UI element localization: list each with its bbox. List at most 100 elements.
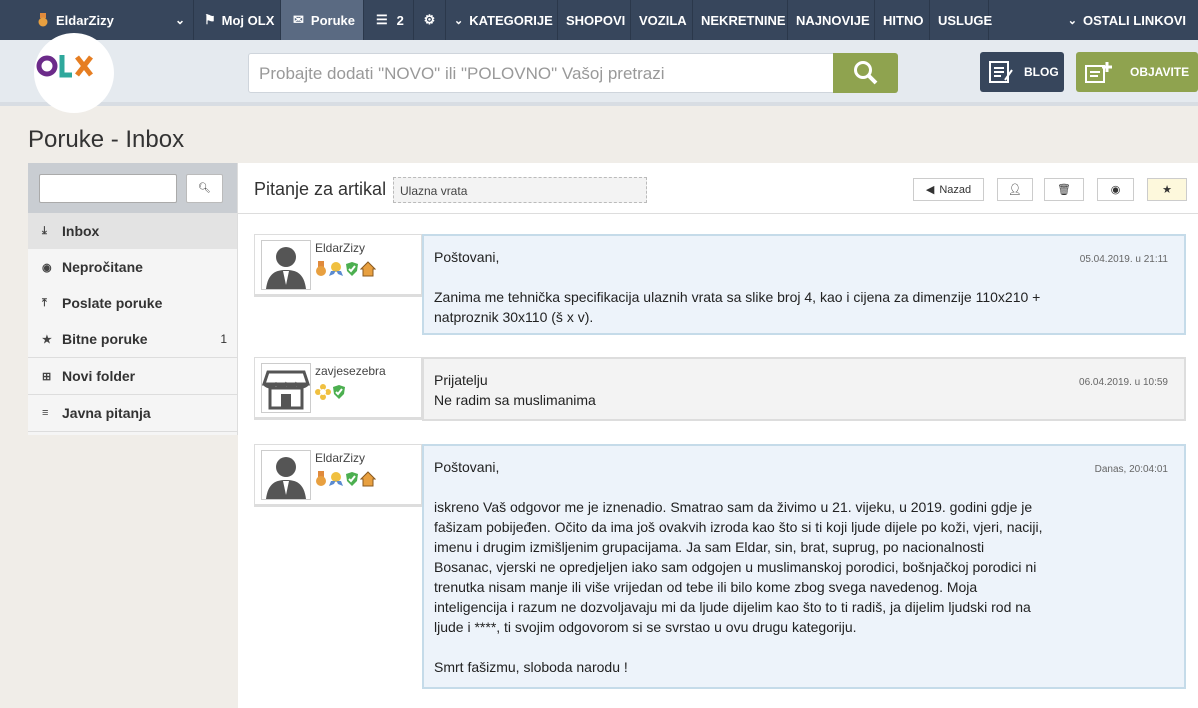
nav-ostali-label: OSTALI LINKOVI bbox=[1082, 12, 1186, 28]
plus-square-icon: ⊞ bbox=[42, 370, 52, 383]
nav-ostali[interactable]: ⌄ OSTALI LINKOVI bbox=[1060, 0, 1198, 40]
sidebar-search-input[interactable] bbox=[39, 174, 177, 203]
nav-nekretnine[interactable]: NEKRETNINE bbox=[693, 0, 788, 40]
page-title: Poruke - Inbox bbox=[28, 126, 185, 153]
nav-usluge-label: USLUGE bbox=[938, 12, 993, 28]
mark-read-button[interactable]: ◉ bbox=[1097, 178, 1134, 201]
nav-poruke-label: Poruke bbox=[310, 12, 355, 28]
user-badges bbox=[315, 261, 376, 277]
user-badges bbox=[315, 471, 376, 487]
sidebar-item-neprocitane[interactable]: ◉ Nepročitane bbox=[28, 249, 237, 285]
nav-najnovije-label: NAJNOVIJE bbox=[796, 12, 870, 28]
message-bubble: Poštovani, Danas, 20:04:01 iskreno Vaš o… bbox=[422, 444, 1186, 689]
delete-button[interactable]: 🗑︎ bbox=[1044, 178, 1084, 201]
chevron-down-icon: ⌄ bbox=[454, 14, 464, 27]
back-label: Nazad bbox=[939, 183, 972, 196]
medal-badge-icon bbox=[316, 261, 326, 276]
message-date: 06.04.2019. u 10:59 bbox=[1079, 377, 1168, 388]
sidebar-search-button[interactable]: 🔍︎ bbox=[186, 174, 223, 203]
shield-badge-icon bbox=[346, 262, 358, 276]
message-body: Ne radim sa muslimanima bbox=[434, 392, 596, 408]
sidebar-item-label: Javna pitanja bbox=[62, 405, 151, 421]
sender-name[interactable]: EldarZizy bbox=[315, 241, 365, 255]
avatar[interactable] bbox=[261, 450, 311, 500]
username: EldarZizy bbox=[56, 12, 114, 28]
message-date: 05.04.2019. u 21:11 bbox=[1079, 254, 1168, 265]
sidebar-item-novi-folder[interactable]: ⊞ Novi folder bbox=[28, 358, 237, 394]
search-icon bbox=[853, 61, 877, 85]
nav-count[interactable]: ☰ 2 bbox=[364, 0, 414, 40]
medal-icon bbox=[38, 13, 48, 27]
message-panel: Pitanje za artikal Ulazna vrata ◀ Nazad 👤… bbox=[238, 163, 1198, 708]
nav-kategorije[interactable]: ⌄ KATEGORIJE bbox=[446, 0, 558, 40]
avatar[interactable] bbox=[261, 363, 311, 413]
shop-avatar-icon bbox=[261, 370, 311, 410]
nav-shopovi-label: SHOPOVI bbox=[566, 12, 626, 28]
sidebar: 🔍︎ ⤓ Inbox ◉ Nepročitane ⤒ Poslate poruke ★… bbox=[28, 163, 238, 435]
list-icon: ≡ bbox=[42, 407, 49, 419]
message-body: iskreno Vaš odgovor me je iznenadio. Sma… bbox=[434, 499, 1043, 635]
message-bubble: Prijatelju 06.04.2019. u 10:59 Ne radim … bbox=[422, 357, 1186, 421]
nav-shopovi[interactable]: SHOPOVI bbox=[558, 0, 631, 40]
search-input[interactable]: Probajte dodati "NOVO" ili "POLOVNO" Vaš… bbox=[248, 53, 834, 93]
sidebar-item-bitne[interactable]: ★ Bitne poruke 1 bbox=[28, 321, 237, 357]
objavite-label: OBJAVITE bbox=[1130, 65, 1190, 79]
sender-card: EldarZizy bbox=[254, 444, 422, 507]
nav-hitno[interactable]: HITNO bbox=[875, 0, 930, 40]
database-icon: ☰ bbox=[376, 12, 388, 27]
message-greeting: Poštovani, bbox=[434, 249, 500, 265]
shield-badge-icon bbox=[346, 472, 358, 486]
nav-moj-olx[interactable]: ⚑ Moj OLX bbox=[194, 0, 281, 40]
sidebar-item-count: 1 bbox=[220, 332, 227, 346]
gear-icon: ⚙ bbox=[423, 12, 436, 27]
eye-icon: ◉ bbox=[42, 261, 52, 274]
message: EldarZizy Poštovani, 05.04.2019. u 21:11… bbox=[254, 234, 1186, 335]
sidebar-item-label: Nepročitane bbox=[62, 259, 143, 275]
olx-logo[interactable] bbox=[34, 33, 114, 113]
thread-subject[interactable]: Ulazna vrata bbox=[393, 177, 647, 203]
nav-nekretnine-label: NEKRETNINE bbox=[701, 12, 786, 28]
nav-settings[interactable]: ⚙ bbox=[414, 0, 446, 40]
sidebar-divider bbox=[28, 431, 237, 432]
inbox-icon: ⤓ bbox=[42, 224, 47, 237]
nav-moj-olx-label: Moj OLX bbox=[221, 12, 275, 28]
objavite-button[interactable]: OBJAVITE bbox=[1076, 52, 1198, 92]
nav-count-value: 2 bbox=[396, 12, 404, 28]
house-badge-icon bbox=[360, 471, 376, 487]
upload-icon: ⤒ bbox=[42, 296, 47, 309]
blog-label: BLOG bbox=[1024, 65, 1059, 79]
search-button[interactable] bbox=[833, 53, 898, 93]
ribbon-badge-icon bbox=[329, 472, 343, 486]
chevron-down-icon: ⌄ bbox=[174, 13, 185, 27]
nav-vozila[interactable]: VOZILA bbox=[631, 0, 693, 40]
sidebar-item-label: Novi folder bbox=[62, 368, 136, 384]
message: EldarZizy Poštovani, Danas, 20:04:01 isk… bbox=[254, 444, 1186, 689]
back-button[interactable]: ◀ Nazad bbox=[913, 178, 984, 201]
nav-usluge[interactable]: USLUGE bbox=[930, 0, 993, 40]
sender-name[interactable]: EldarZizy bbox=[315, 451, 365, 465]
medal-badge-icon bbox=[316, 471, 326, 486]
star-icon: ★ bbox=[42, 333, 52, 346]
shield-badge-icon bbox=[333, 385, 345, 399]
nav-vozila-label: VOZILA bbox=[639, 12, 687, 28]
search-icon: 🔍︎ bbox=[198, 183, 211, 194]
sidebar-item-label: Inbox bbox=[62, 223, 100, 239]
message-greeting: Poštovani, bbox=[434, 459, 500, 475]
flag-icon: ⚑ bbox=[204, 12, 216, 27]
sidebar-item-javna-pitanja[interactable]: ≡ Javna pitanja bbox=[28, 395, 237, 431]
thread-header: Pitanje za artikal Ulazna vrata ◀ Nazad 👤… bbox=[238, 163, 1198, 214]
nav-kategorije-label: KATEGORIJE bbox=[469, 12, 553, 28]
flower-badge-icon bbox=[315, 384, 331, 400]
thread-title: Pitanje za artikal bbox=[254, 179, 387, 199]
sender-name[interactable]: zavjesezebra bbox=[315, 364, 386, 378]
sidebar-item-inbox[interactable]: ⤓ Inbox bbox=[28, 213, 237, 249]
message-greeting: Prijatelju bbox=[434, 372, 488, 388]
nav-najnovije[interactable]: NAJNOVIJE bbox=[788, 0, 875, 40]
avatar[interactable] bbox=[261, 240, 311, 290]
sidebar-item-poslate[interactable]: ⤒ Poslate poruke bbox=[28, 285, 237, 321]
user-button[interactable]: 👤︎ bbox=[997, 178, 1033, 201]
sender-card: EldarZizy bbox=[254, 234, 422, 297]
blog-button[interactable]: BLOG bbox=[980, 52, 1064, 92]
nav-poruke[interactable]: ✉ Poruke bbox=[281, 0, 364, 40]
star-button[interactable]: ★ bbox=[1147, 178, 1187, 201]
